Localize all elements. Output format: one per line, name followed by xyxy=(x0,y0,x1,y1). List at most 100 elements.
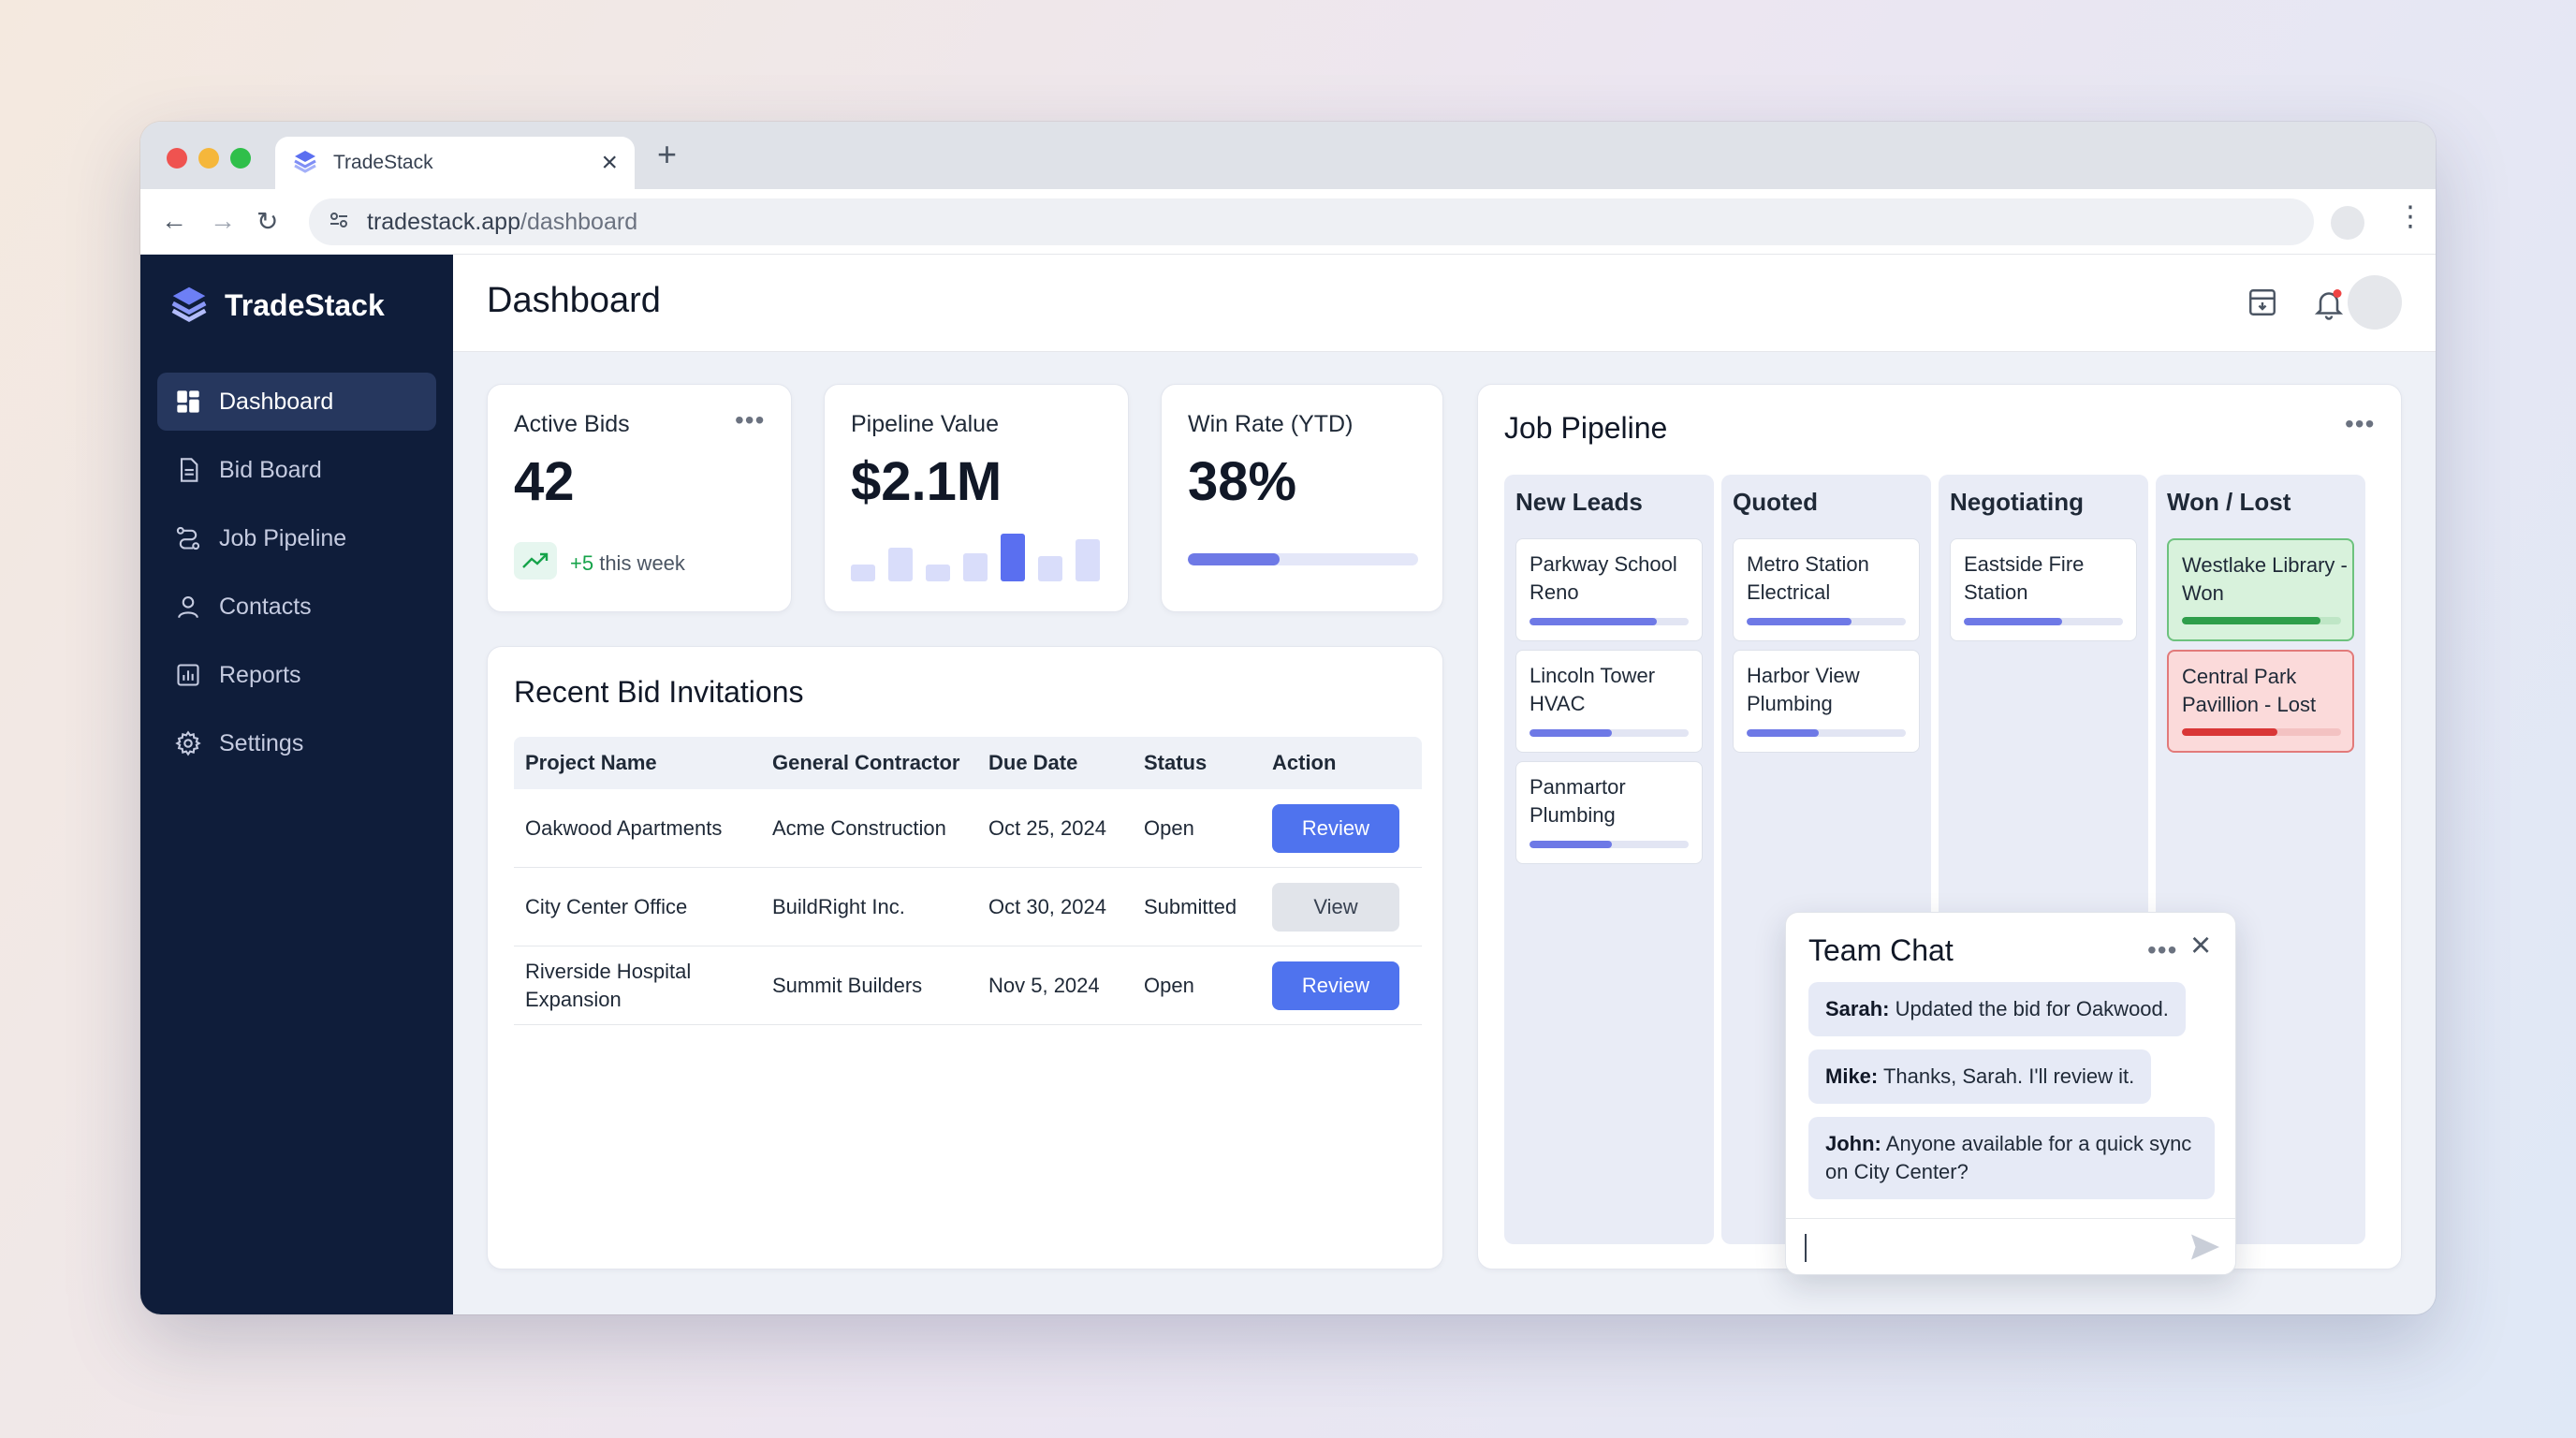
close-icon[interactable]: × xyxy=(2190,926,2211,966)
job-name: Parkway School Reno xyxy=(1530,552,1677,604)
chat-message: Mike: Thanks, Sarah. I'll review it. xyxy=(1808,1049,2152,1104)
more-options-icon[interactable]: ••• xyxy=(735,405,765,435)
job-progress xyxy=(1747,729,1906,737)
review-button[interactable]: Review xyxy=(1272,961,1399,1010)
gear-icon xyxy=(174,729,202,757)
job-card[interactable]: Lincoln Tower HVAC xyxy=(1515,650,1703,753)
win-rate-progress xyxy=(1188,553,1418,565)
message-text: Updated the bid for Oakwood. xyxy=(1889,997,2169,1020)
trend-up-icon xyxy=(514,542,557,580)
job-name: Harbor View Plumbing xyxy=(1747,664,1860,715)
job-progress-fill xyxy=(1747,618,1852,625)
archive-icon[interactable] xyxy=(2247,286,2280,320)
chat-input[interactable] xyxy=(1786,1218,2235,1274)
contractor: Summit Builders xyxy=(772,973,923,997)
sidebar-nav: Dashboard Bid Board Job Pipeline Contact… xyxy=(157,373,436,783)
bids-table: Project Name General Contractor Due Date… xyxy=(514,737,1422,1025)
chat-message: Sarah: Updated the bid for Oakwood. xyxy=(1808,982,2186,1036)
sidebar-item-label: Job Pipeline xyxy=(219,524,347,551)
sidebar-item-label: Reports xyxy=(219,661,301,688)
due-date: Nov 5, 2024 xyxy=(988,973,1100,997)
brand-name: TradeStack xyxy=(225,288,385,322)
job-pipeline-title: Job Pipeline xyxy=(1504,411,1668,445)
sidebar-item-settings[interactable]: Settings xyxy=(157,714,436,772)
sidebar-item-reports[interactable]: Reports xyxy=(157,646,436,704)
maximize-window-button[interactable] xyxy=(230,148,251,169)
document-icon xyxy=(174,456,202,484)
active-bids-value: 42 xyxy=(514,451,575,512)
job-card[interactable]: Panmartor Plumbing xyxy=(1515,761,1703,864)
sidebar-item-label: Contacts xyxy=(219,593,312,620)
address-bar[interactable]: tradestack.app/dashboard xyxy=(309,198,2314,245)
avatar[interactable] xyxy=(2348,275,2402,330)
job-progress-fill xyxy=(1530,618,1657,625)
job-card[interactable]: Metro Station Electrical xyxy=(1733,538,1920,641)
browser-window: TradeStack × + ← → ↻ tradestack.app/dash… xyxy=(140,122,2436,1314)
column-header: Project Name xyxy=(525,751,657,774)
table-row[interactable]: Riverside Hospital Expansion Summit Buil… xyxy=(514,946,1422,1025)
spark-bar xyxy=(963,553,988,581)
job-card[interactable]: Eastside Fire Station xyxy=(1950,538,2137,641)
sidebar: TradeStack Dashboard Bid Board Job Pipel… xyxy=(140,255,453,1314)
browser-titlebar: TradeStack × + xyxy=(140,122,2436,189)
contractor: BuildRight Inc. xyxy=(772,894,905,918)
team-chat-title: Team Chat xyxy=(1808,933,1954,967)
job-card[interactable]: Harbor View Plumbing xyxy=(1733,650,1920,753)
chat-message: John: Anyone available for a quick sync … xyxy=(1808,1117,2215,1199)
tab-close-icon[interactable]: × xyxy=(601,149,618,177)
column-title: Negotiating xyxy=(1950,488,2084,516)
column-header: Due Date xyxy=(988,751,1078,774)
job-card[interactable]: Parkway School Reno xyxy=(1515,538,1703,641)
more-options-icon[interactable]: ••• xyxy=(2147,935,2177,965)
sidebar-item-job-pipeline[interactable]: Job Pipeline xyxy=(157,509,436,567)
url-text: tradestack.app/dashboard xyxy=(367,209,637,236)
send-icon[interactable] xyxy=(2188,1230,2222,1269)
review-button[interactable]: Review xyxy=(1272,803,1399,853)
job-card-won[interactable]: Westlake Library - Won xyxy=(2167,538,2354,641)
sidebar-item-contacts[interactable]: Contacts xyxy=(157,578,436,636)
minimize-window-button[interactable] xyxy=(198,148,219,169)
table-row[interactable]: City Center Office BuildRight Inc. Oct 3… xyxy=(514,868,1422,946)
table-row[interactable]: Oakwood Apartments Acme Construction Oct… xyxy=(514,789,1422,868)
job-progress xyxy=(2182,617,2341,624)
site-settings-icon[interactable] xyxy=(328,209,350,236)
message-author: Sarah: xyxy=(1825,997,1890,1020)
top-bar: Dashboard xyxy=(453,255,2436,352)
reload-icon[interactable]: ↻ xyxy=(256,206,278,237)
pipeline-value-card: Pipeline Value $2.1M xyxy=(824,384,1129,612)
close-window-button[interactable] xyxy=(167,148,187,169)
view-button[interactable]: View xyxy=(1272,882,1399,932)
job-progress xyxy=(1530,618,1689,625)
column-title: Won / Lost xyxy=(2167,488,2291,516)
win-rate-progress-fill xyxy=(1188,553,1281,565)
sidebar-item-label: Bid Board xyxy=(219,456,322,483)
sidebar-item-dashboard[interactable]: Dashboard xyxy=(157,373,436,431)
win-rate-label: Win Rate (YTD) xyxy=(1188,411,1354,437)
browser-profile-avatar[interactable] xyxy=(2331,206,2364,240)
forward-icon[interactable]: → xyxy=(210,206,236,236)
win-rate-card: Win Rate (YTD) 38% xyxy=(1161,384,1443,612)
browser-tab[interactable]: TradeStack × xyxy=(275,137,635,189)
browser-toolbar: ← → ↻ tradestack.app/dashboard ⋮ xyxy=(140,189,2436,255)
sidebar-item-bid-board[interactable]: Bid Board xyxy=(157,441,436,499)
due-date: Oct 30, 2024 xyxy=(988,894,1106,918)
team-chat-panel: Team Chat ••• × Sarah: Updated the bid f… xyxy=(1785,912,2236,1275)
job-name: Eastside Fire Station xyxy=(1964,552,2085,604)
user-icon xyxy=(174,593,202,621)
job-progress xyxy=(1530,841,1689,848)
pipeline-value-value: $2.1M xyxy=(851,451,1003,512)
bell-icon[interactable] xyxy=(2312,286,2346,320)
column-header: General Contractor xyxy=(772,751,960,774)
browser-menu-icon[interactable]: ⋮ xyxy=(2396,200,2424,233)
job-name: Lincoln Tower HVAC xyxy=(1530,664,1656,715)
active-bids-trend: +5 this week xyxy=(570,551,685,576)
job-progress-fill xyxy=(1530,841,1613,848)
job-progress xyxy=(1530,729,1689,737)
brand[interactable]: TradeStack xyxy=(168,283,385,329)
pipeline-sparkbars xyxy=(851,534,1100,581)
back-icon[interactable]: ← xyxy=(161,206,187,236)
new-tab-button[interactable]: + xyxy=(657,135,677,174)
job-card-lost[interactable]: Central Park Pavillion - Lost xyxy=(2167,650,2354,753)
more-options-icon[interactable]: ••• xyxy=(2345,409,2375,439)
job-progress xyxy=(1747,618,1906,625)
